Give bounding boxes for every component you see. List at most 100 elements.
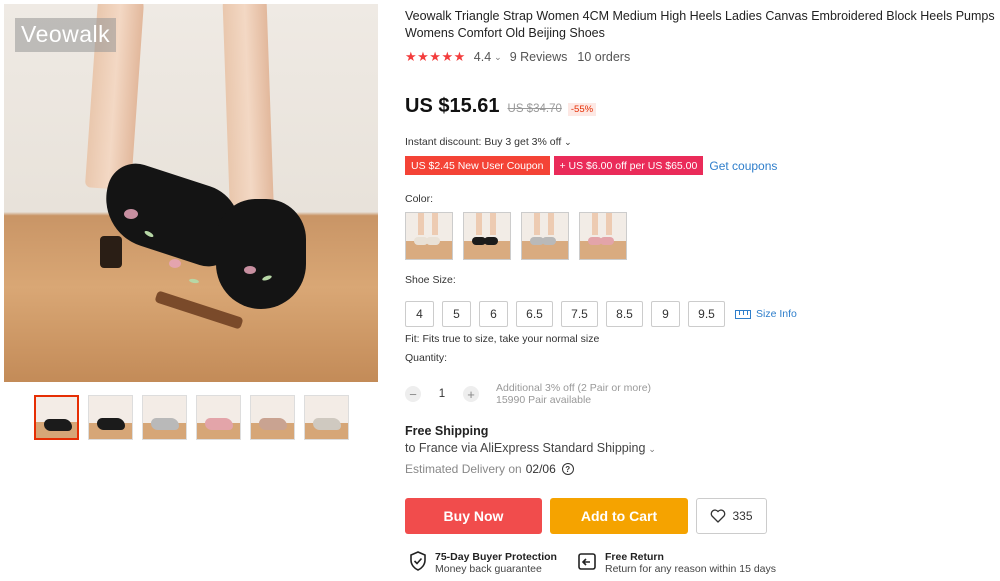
shield-check-icon [410, 551, 426, 571]
size-list: 4 5 6 6.5 7.5 8.5 9 9.5 [405, 301, 725, 327]
leg-right [221, 4, 275, 215]
swatch-leg [534, 213, 540, 235]
main-product-image[interactable]: Veowalk [4, 4, 378, 382]
shoe-right [216, 199, 306, 309]
estimated-delivery: Estimated Delivery on 02/06 ? [405, 462, 574, 476]
size-option[interactable]: 6.5 [516, 301, 553, 327]
decrease-quantity-button[interactable]: − [405, 386, 421, 402]
new-user-coupon[interactable]: US $2.45 New User Coupon [405, 156, 550, 175]
delivery-date: 02/06 [525, 462, 556, 476]
increase-quantity-button[interactable]: + [463, 386, 479, 402]
thumbnail-strip [34, 395, 349, 440]
quantity-input[interactable]: 1 [421, 388, 463, 400]
guarantee-subtitle: Money back guarantee [435, 563, 542, 575]
shipping-destination-label: to France via AliExpress Standard Shippi… [405, 441, 646, 455]
swatch-leg [592, 213, 598, 235]
wishlist-count: 335 [732, 509, 753, 523]
gallery-thumbnail[interactable] [250, 395, 295, 440]
thumbnail-shoe [205, 418, 233, 430]
discount-badge: -55% [567, 103, 597, 116]
color-label: Color: [405, 193, 434, 205]
help-icon[interactable]: ? [561, 463, 574, 475]
store-coupon[interactable]: + US $6.00 off per US $65.00 [553, 156, 704, 175]
shoe-heel-left [100, 236, 122, 268]
chevron-down-icon: ⌄ [648, 444, 656, 454]
thumbnail-shoe [151, 418, 179, 430]
size-option[interactable]: 9 [651, 301, 680, 327]
gallery-thumbnail[interactable] [304, 395, 349, 440]
guarantee-title: Free Return [605, 551, 664, 563]
size-option[interactable]: 4 [405, 301, 434, 327]
swatch-leg [418, 213, 424, 235]
stock-available: 15990 Pair available [496, 394, 592, 406]
thumbnail-shoe [313, 418, 341, 430]
thumbnail-shoe [97, 418, 125, 430]
embroidery-leaf [188, 278, 200, 284]
swatch-leg [432, 213, 438, 235]
color-swatch[interactable] [405, 212, 453, 260]
buyer-protection[interactable]: 75-Day Buyer Protection Money back guara… [409, 551, 557, 576]
instant-discount-label: Instant discount: Buy 3 get 3% off [405, 136, 562, 148]
get-coupons-link[interactable]: Get coupons [709, 159, 777, 173]
embroidery-flower [244, 266, 256, 274]
buy-now-button[interactable]: Buy Now [405, 498, 542, 534]
free-return[interactable]: Free Return Return for any reason within… [577, 551, 776, 576]
quantity-label: Quantity: [405, 352, 448, 364]
size-info-link[interactable]: Size Info [735, 308, 797, 320]
product-title: Veowalk Triangle Strap Women 4CM Medium … [405, 9, 995, 40]
heart-icon [711, 509, 726, 523]
rating-row: ★★★★★ 4.4 ⌄ 9 Reviews 10 orders [405, 49, 995, 65]
chevron-down-icon[interactable]: ⌄ [494, 52, 502, 63]
swatch-leg [548, 213, 554, 235]
rating-score[interactable]: 4.4 [474, 50, 491, 64]
buyer-protection-text: 75-Day Buyer Protection Money back guara… [435, 551, 557, 576]
swatch-shoe [426, 237, 440, 245]
size-option[interactable]: 8.5 [606, 301, 643, 327]
original-price: US $34.70 [507, 103, 562, 115]
guarantee-subtitle: Return for any reason within 15 days [605, 563, 777, 575]
thumbnail-shoe [259, 418, 287, 430]
gallery-thumbnail[interactable] [88, 395, 133, 440]
size-info-label: Size Info [756, 308, 797, 320]
rating-stars-icon[interactable]: ★★★★★ [405, 49, 466, 65]
size-option[interactable]: 5 [442, 301, 471, 327]
product-info: Veowalk Triangle Strap Women 4CM Medium … [405, 8, 995, 575]
swatch-shoe [542, 237, 556, 245]
ruler-icon [735, 309, 751, 319]
swatch-shoe [484, 237, 498, 245]
swatch-leg [490, 213, 496, 235]
instant-discount[interactable]: Instant discount: Buy 3 get 3% off ⌄ [405, 136, 572, 148]
gallery-thumbnail[interactable] [196, 395, 241, 440]
coupon-row: US $2.45 New User Coupon + US $6.00 off … [405, 156, 777, 175]
shipping-title: Free Shipping [405, 424, 489, 438]
fit-note: Fit: Fits true to size, take your normal… [405, 333, 600, 345]
size-option[interactable]: 6 [479, 301, 508, 327]
reviews-link[interactable]: 9 Reviews [510, 50, 568, 64]
shipping-destination[interactable]: to France via AliExpress Standard Shippi… [405, 441, 656, 455]
guarantee-title: 75-Day Buyer Protection [435, 551, 557, 563]
color-swatch[interactable] [521, 212, 569, 260]
gallery-thumbnail[interactable] [142, 395, 187, 440]
price-row: US $15.61 US $34.70 -55% [405, 95, 597, 118]
swatch-shoe [600, 237, 614, 245]
quantity-stepper: − 1 + Additional 3% off (2 Pair or more)… [405, 382, 651, 406]
size-option[interactable]: 7.5 [561, 301, 598, 327]
color-options [405, 212, 627, 260]
embroidery-flower [169, 259, 181, 268]
gallery-thumbnail[interactable] [34, 395, 79, 440]
size-label: Shoe Size: [405, 274, 456, 286]
size-option[interactable]: 9.5 [688, 301, 725, 327]
return-icon [578, 553, 596, 570]
current-price: US $15.61 [405, 95, 500, 117]
thumbnail-shoe [44, 419, 72, 431]
size-options: 4 5 6 6.5 7.5 8.5 9 9.5 Size Info [405, 301, 797, 327]
quantity-note: Additional 3% off (2 Pair or more) 15990… [496, 382, 651, 406]
chevron-down-icon: ⌄ [564, 137, 572, 147]
wishlist-button[interactable]: 335 [696, 498, 767, 534]
color-swatch[interactable] [463, 212, 511, 260]
estimated-delivery-label: Estimated Delivery on [405, 462, 522, 476]
swatch-leg [476, 213, 482, 235]
brand-watermark: Veowalk [15, 18, 117, 52]
add-to-cart-button[interactable]: Add to Cart [550, 498, 688, 534]
color-swatch[interactable] [579, 212, 627, 260]
